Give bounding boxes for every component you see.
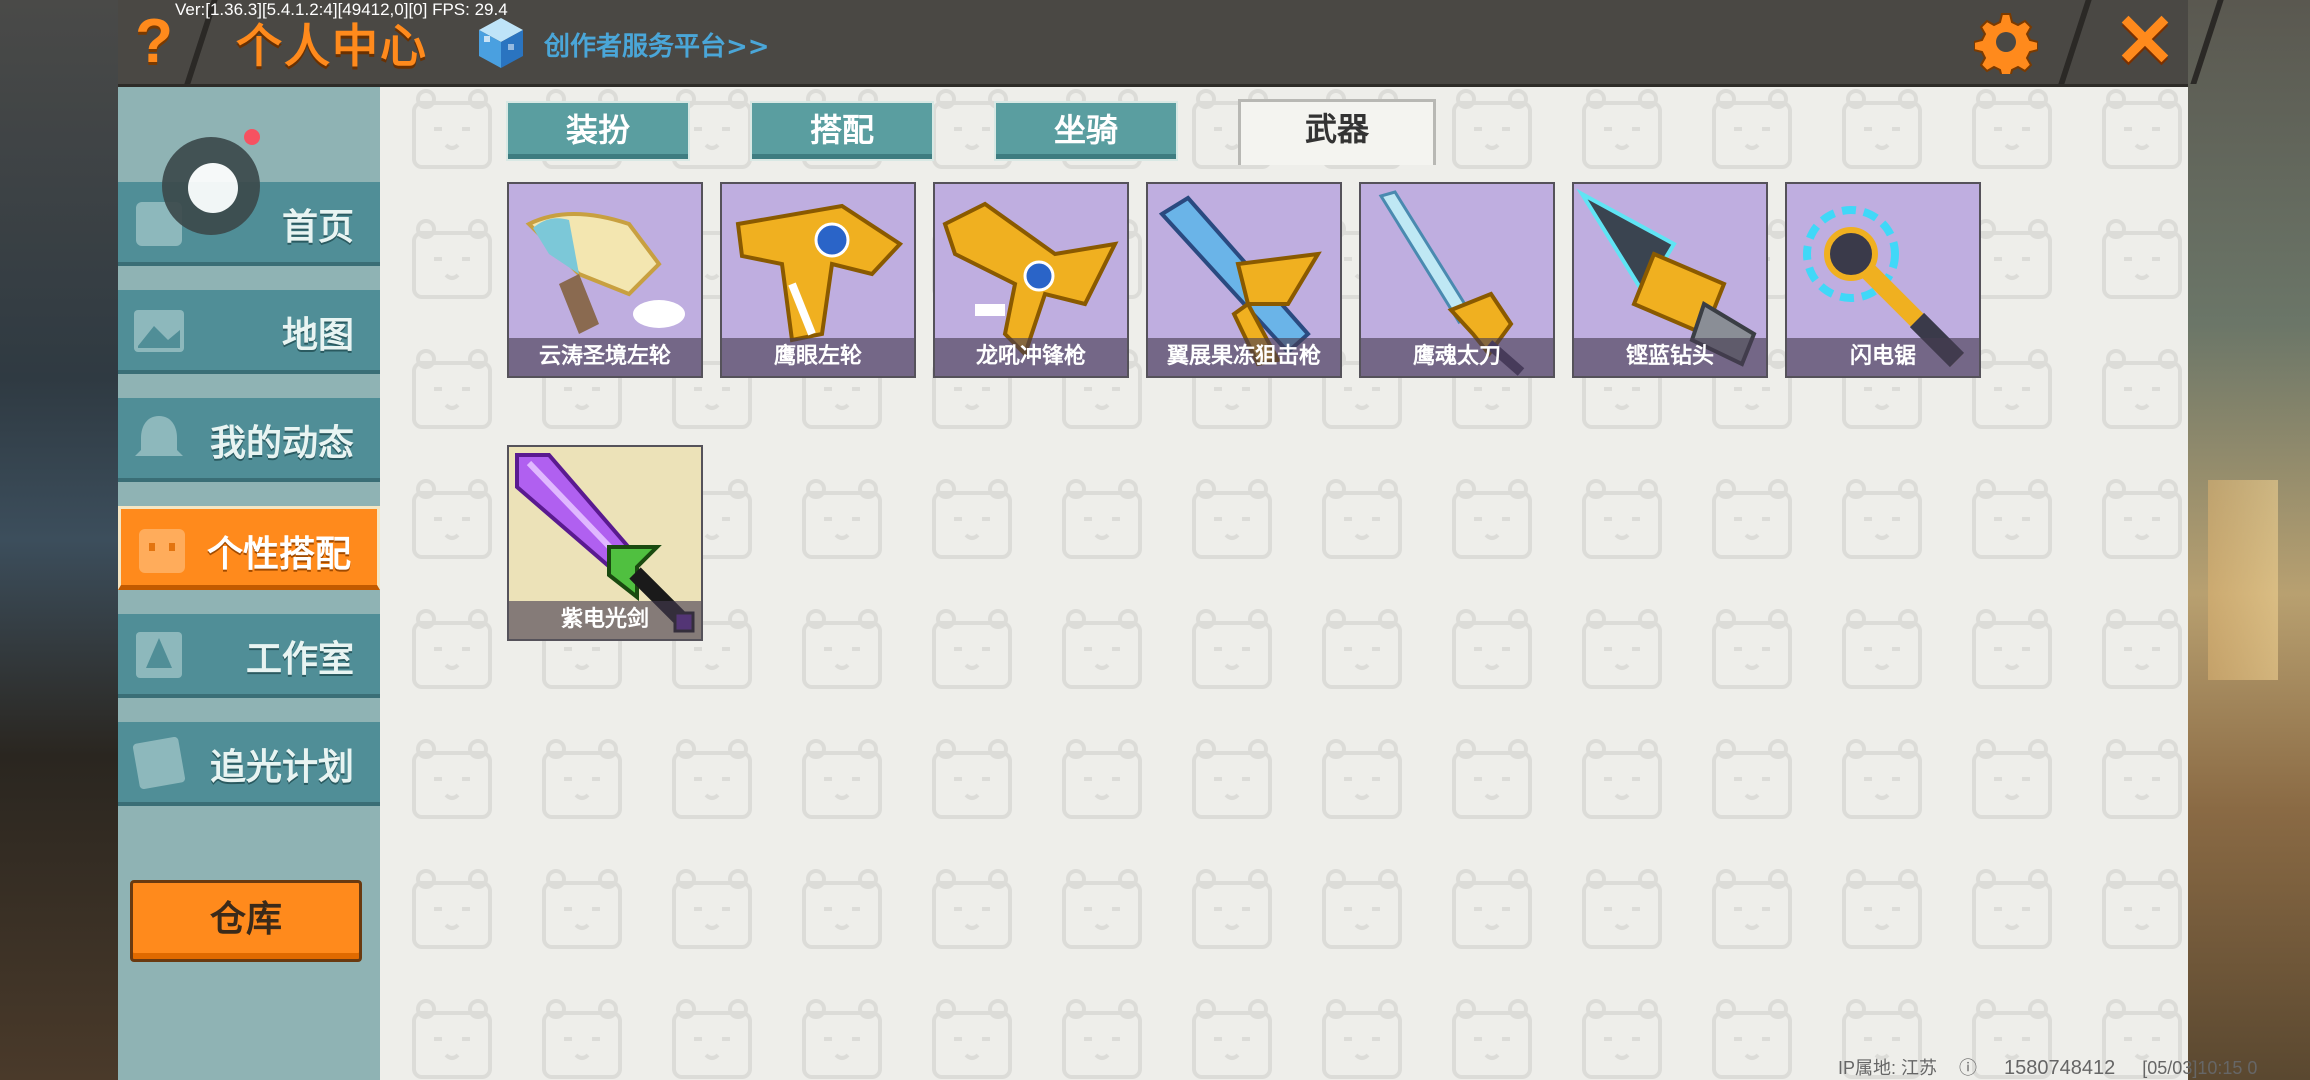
sidebar-item-label: 地图 — [281, 315, 354, 356]
user-id: 1580748412 — [2004, 1057, 2116, 1079]
weapon-name: 翼展果冻狙击枪 — [1148, 338, 1340, 376]
weapon-name: 闪电锯 — [1787, 338, 1979, 376]
sidebar-item-label: 个性搭配 — [206, 534, 351, 575]
weapon-card[interactable]: 紫电光剑 — [507, 445, 703, 641]
weapon-name: 鹰眼左轮 — [722, 338, 914, 376]
weapon-name: 龙吼冲锋枪 — [935, 338, 1127, 376]
outfit-icon — [139, 529, 185, 573]
settings-gear-icon[interactable] — [1974, 10, 2038, 74]
tab-dress-up[interactable]: 装扮 — [506, 101, 690, 161]
sidebar-item-label: 工作室 — [245, 639, 354, 680]
weapon-name: 紫电光剑 — [509, 601, 701, 639]
creator-platform-link[interactable]: 创作者服务平台>> — [544, 26, 770, 63]
weapon-card[interactable]: 云涛圣境左轮 — [507, 182, 703, 378]
sidebar-item-moments[interactable]: 我的动态 — [118, 398, 380, 482]
weapon-card[interactable]: 铿蓝钻头 — [1572, 182, 1768, 378]
game-background-left — [0, 0, 118, 1080]
avatar-indicator — [188, 163, 238, 213]
notification-dot — [244, 129, 260, 145]
ip-location: IP属地: 江苏 — [1838, 1058, 1938, 1078]
weapon-card[interactable]: 鹰眼左轮 — [720, 182, 916, 378]
info-icon: ⓘ — [1959, 1058, 1978, 1078]
tab-outfit[interactable]: 搭配 — [750, 101, 934, 161]
timestamp: [05/03]10:15 0 — [2142, 1058, 2258, 1078]
divider — [2058, 0, 2092, 84]
sidebar-item-map[interactable]: 地图 — [118, 290, 380, 374]
tab-mount[interactable]: 坐骑 — [994, 101, 1178, 161]
weapon-card[interactable]: 龙吼冲锋枪 — [933, 182, 1129, 378]
weapon-card[interactable]: 翼展果冻狙击枪 — [1146, 182, 1342, 378]
weapon-card[interactable]: 鹰魂太刀 — [1359, 182, 1555, 378]
tab-weapon[interactable]: 武器 — [1238, 99, 1436, 165]
main-panel: 装扮 搭配 坐骑 武器 云涛圣境左轮 鹰眼左轮 龙吼冲锋枪 翼展果冻狙击枪 鹰魂… — [380, 87, 2188, 1080]
avatar[interactable] — [162, 129, 260, 235]
footer-info: IP属地: 江苏 ⓘ 1580748412 [05/03]10:15 0 — [1838, 1054, 2279, 1080]
plan-icon — [132, 736, 186, 790]
weapon-name: 铿蓝钻头 — [1574, 338, 1766, 376]
game-background-right — [2188, 0, 2310, 1080]
help-button[interactable]: ? — [128, 10, 180, 74]
sidebar-item-outfit[interactable]: 个性搭配 — [118, 506, 380, 590]
weapon-name: 鹰魂太刀 — [1361, 338, 1553, 376]
close-button[interactable]: ✕ — [2112, 4, 2178, 78]
sidebar-item-studio[interactable]: 工作室 — [118, 614, 380, 698]
studio-icon — [136, 632, 182, 678]
sidebar-item-label: 首页 — [281, 207, 354, 248]
sidebar-item-plan[interactable]: 追光计划 — [118, 722, 380, 806]
weapon-name: 云涛圣境左轮 — [509, 338, 701, 376]
sidebar-item-label: 追光计划 — [209, 747, 354, 788]
weapon-card[interactable]: 闪电锯 — [1785, 182, 1981, 378]
sidebar-item-label: 我的动态 — [209, 423, 354, 464]
warehouse-button[interactable]: 仓库 — [130, 880, 362, 962]
map-icon — [134, 310, 184, 352]
bell-icon — [135, 416, 183, 456]
cube-icon — [479, 18, 523, 68]
sidebar: 首页 地图 我的动态 个性搭配 工作室 追光计划 仓库 — [118, 87, 380, 1080]
debug-info: Ver:[1.36.3][5.4.1.2:4][49412,0][0] FPS:… — [175, 0, 508, 19]
